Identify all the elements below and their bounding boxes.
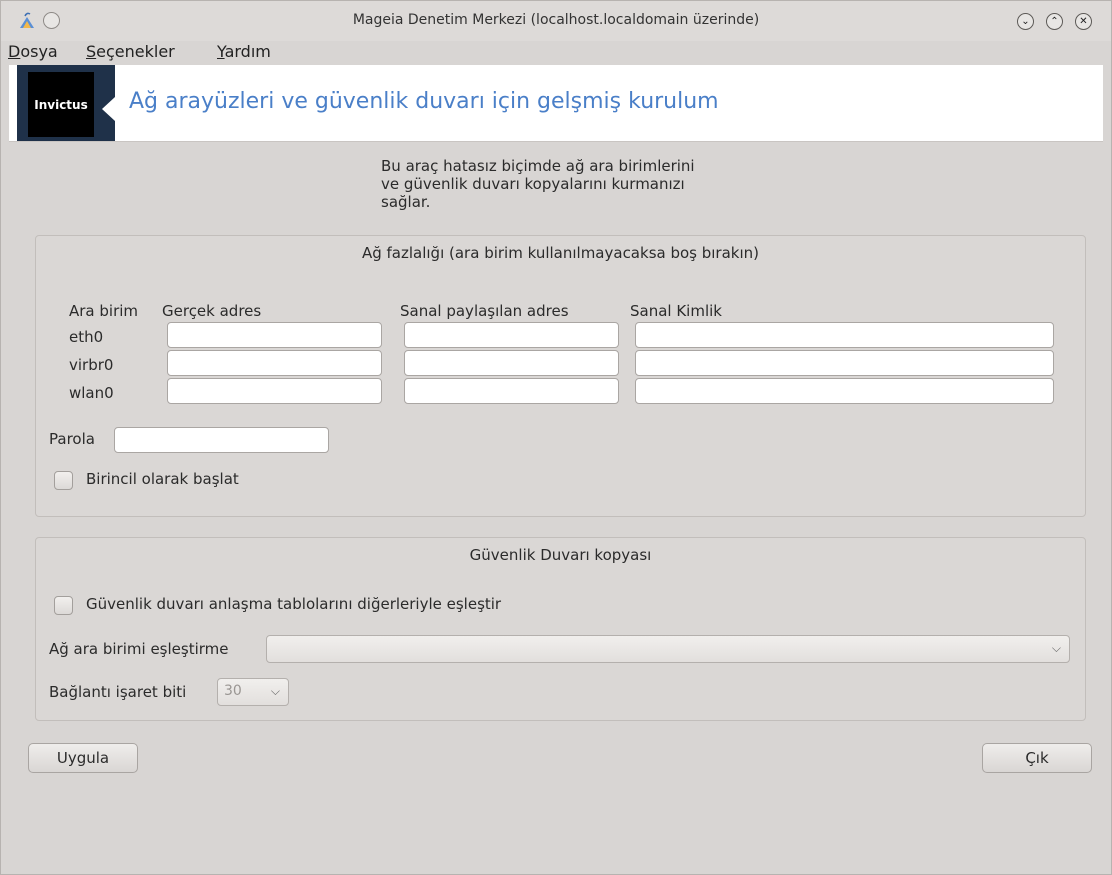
menu-file-accel: D [8, 42, 21, 61]
interface-label-virbr0: virbr0 [69, 356, 114, 374]
description: Bu araç hatasız biçimde ağ ara birimleri… [381, 157, 801, 211]
menu-options-label: eçenekler [96, 42, 175, 61]
minimize-button[interactable]: ⌄ [1017, 13, 1034, 30]
password-input[interactable] [114, 427, 329, 453]
shared-address-eth0-input[interactable] [404, 322, 619, 348]
interface-header: Ara birim [69, 302, 139, 320]
description-line-1: Bu araç hatasız biçimde ağ ara birimleri… [381, 157, 695, 175]
menu-options[interactable]: Seçenekler [86, 42, 175, 61]
apply-button[interactable]: Uygula [28, 743, 138, 773]
page-title: Ağ arayüzleri ve güvenlik duvarı için ge… [129, 89, 719, 114]
menu-file[interactable]: Dosya [8, 42, 58, 61]
redundancy-group-title: Ağ fazlalığı (ara birim kullanılmayacaks… [361, 244, 760, 262]
title-bar[interactable]: Mageia Denetim Merkezi (localhost.locald… [1, 1, 1111, 41]
real-address-eth0-input[interactable] [167, 322, 382, 348]
window-title: Mageia Denetim Merkezi (localhost.locald… [352, 12, 760, 28]
start-primary-checkbox[interactable] [54, 471, 73, 490]
banner-notch [102, 97, 115, 121]
conn-mark-select[interactable]: 30 ⌵ [217, 678, 289, 706]
virtual-id-wlan0-input[interactable] [635, 378, 1054, 404]
iface-sync-select[interactable]: ⌵ [266, 635, 1070, 663]
sync-firewall-checkbox[interactable] [54, 596, 73, 615]
menu-options-accel: S [86, 42, 97, 61]
real-address-virbr0-input[interactable] [167, 350, 382, 376]
menu-help-label: ardım [224, 42, 271, 61]
menu-help-accel: Y [217, 42, 225, 61]
header-banner: Invictus Ağ arayüzleri ve güvenlik duvar… [9, 65, 1103, 142]
interface-label-wlan0: wlan0 [69, 384, 114, 402]
invictus-logo: Invictus [28, 72, 94, 137]
real-address-wlan0-input[interactable] [167, 378, 382, 404]
chevron-down-icon: ⌵ [270, 684, 280, 698]
menu-file-label: osya [20, 42, 58, 61]
app-window: Mageia Denetim Merkezi (localhost.locald… [0, 0, 1112, 875]
conn-mark-label: Bağlantı işaret biti [49, 683, 187, 701]
interface-label-eth0: eth0 [69, 328, 104, 346]
logo-text: Invictus [34, 97, 88, 112]
virtual-id-header: Sanal Kimlik [630, 302, 722, 320]
maximize-button[interactable]: ⌃ [1046, 13, 1063, 30]
close-button[interactable]: ✕ [1075, 13, 1092, 30]
real-address-header: Gerçek adres [162, 302, 262, 320]
virtual-id-eth0-input[interactable] [635, 322, 1054, 348]
sync-firewall-label[interactable]: Güvenlik duvarı anlaşma tablolarını diğe… [86, 595, 501, 613]
start-primary-label[interactable]: Birincil olarak başlat [86, 470, 239, 488]
firewall-group-title: Güvenlik Duvarı kopyası [469, 546, 652, 564]
firewall-group: Güvenlik Duvarı kopyası Güvenlik duvarı … [35, 537, 1086, 721]
shared-address-virbr0-input[interactable] [404, 350, 619, 376]
virtual-id-virbr0-input[interactable] [635, 350, 1054, 376]
quit-button[interactable]: Çık [982, 743, 1092, 773]
menu-help[interactable]: Yardım [217, 42, 271, 61]
chevron-down-icon: ⌵ [1051, 641, 1061, 655]
virtual-shared-address-header: Sanal paylaşılan adres [400, 302, 569, 320]
description-line-3: sağlar. [381, 193, 431, 211]
iface-sync-label: Ağ ara birimi eşleştirme [49, 640, 229, 658]
password-label: Parola [49, 430, 95, 448]
redundancy-group: Ağ fazlalığı (ara birim kullanılmayacaks… [35, 235, 1086, 517]
menu-bar: Dosya Seçenekler Yardım [1, 41, 1111, 65]
shared-address-wlan0-input[interactable] [404, 378, 619, 404]
description-line-2: ve güvenlik duvarı kopyalarını kurmanızı [381, 175, 685, 193]
conn-mark-value: 30 [224, 683, 242, 699]
